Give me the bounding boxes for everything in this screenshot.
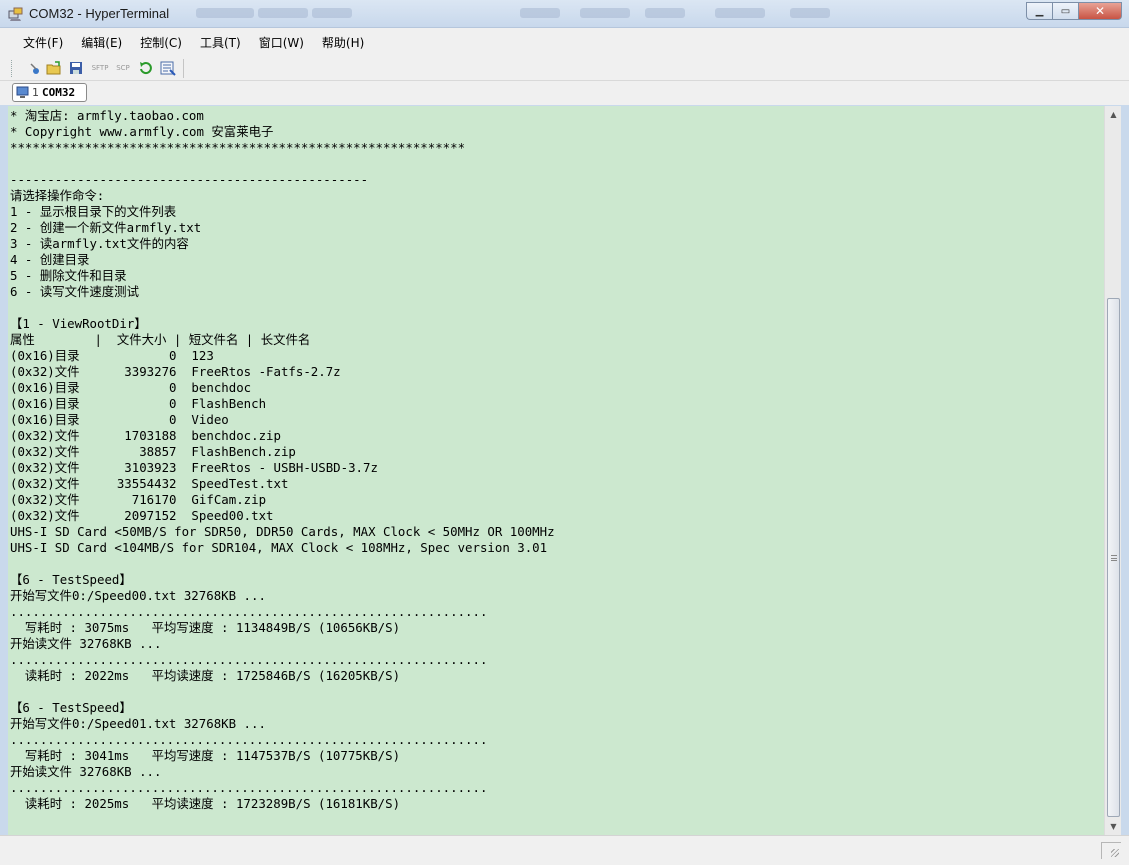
terminal-line: 开始写文件0:/Speed01.txt 32768KB ... bbox=[10, 716, 266, 731]
window-controls: ▁ ▭ ✕ bbox=[1026, 2, 1122, 20]
toolbar: SFTP SCP bbox=[0, 56, 1129, 81]
vertical-scrollbar[interactable]: ▲ ▼ bbox=[1104, 106, 1121, 835]
terminal-line: 开始读文件 32768KB ... bbox=[10, 764, 162, 779]
close-button[interactable]: ✕ bbox=[1078, 2, 1122, 20]
menu-file[interactable]: 文件(F) bbox=[14, 34, 72, 51]
toolbar-separator bbox=[183, 59, 184, 78]
terminal-line: 属性 | 文件大小 | 短文件名 | 长文件名 bbox=[10, 332, 311, 347]
scrollbar-thumb[interactable] bbox=[1107, 298, 1120, 817]
scp-button[interactable]: SCP bbox=[113, 59, 133, 77]
terminal-output[interactable]: * 淘宝店: armfly.taobao.com * Copyright www… bbox=[8, 106, 1104, 835]
sftp-button[interactable]: SFTP bbox=[89, 59, 111, 77]
tab-label: COM32 bbox=[42, 86, 76, 99]
terminal-line: 6 - 读写文件速度测试 bbox=[10, 284, 139, 299]
terminal-line: (0x16)目录 0 Video bbox=[10, 412, 229, 427]
terminal-line: (0x16)目录 0 benchdoc bbox=[10, 380, 252, 395]
blurred-region bbox=[580, 8, 630, 18]
tab-com32[interactable]: 1 COM32 bbox=[12, 83, 87, 102]
menu-control[interactable]: 控制(C) bbox=[131, 34, 191, 51]
terminal-line: * Copyright www.armfly.com 安富莱电子 bbox=[10, 124, 274, 139]
blurred-region bbox=[520, 8, 560, 18]
toolbar-grip[interactable] bbox=[11, 60, 14, 77]
terminal-line: 【1 - ViewRootDir】 bbox=[10, 316, 147, 331]
refresh-icon[interactable] bbox=[137, 59, 155, 77]
title-bar[interactable]: COM32 - HyperTerminal ▁ ▭ ✕ bbox=[0, 0, 1129, 28]
blurred-region bbox=[196, 8, 254, 18]
window-title: COM32 - HyperTerminal bbox=[29, 6, 170, 21]
monitor-icon bbox=[16, 86, 29, 98]
terminal-line: * 淘宝店: armfly.taobao.com bbox=[10, 108, 204, 123]
maximize-button[interactable]: ▭ bbox=[1052, 2, 1078, 20]
terminal-line: ........................................… bbox=[10, 652, 488, 667]
terminal-line: (0x16)目录 0 FlashBench bbox=[10, 396, 267, 411]
scroll-up-arrow-icon[interactable]: ▲ bbox=[1105, 106, 1122, 123]
scrollbar-grip-icon bbox=[1111, 555, 1117, 561]
terminal-line: 开始读文件 32768KB ... bbox=[10, 636, 162, 651]
session-tab-strip: 1 COM32 bbox=[0, 81, 1129, 105]
terminal-line: (0x32)文件 1703188 benchdoc.zip bbox=[10, 428, 281, 443]
menu-edit[interactable]: 编辑(E) bbox=[72, 34, 131, 51]
terminal-line: 2 - 创建一个新文件armfly.txt bbox=[10, 220, 202, 235]
log-icon[interactable] bbox=[159, 59, 177, 77]
terminal-line: ........................................… bbox=[10, 780, 488, 795]
terminal-line: 写耗时 : 3075ms 平均写速度 : 1134849B/S (10656KB… bbox=[10, 620, 401, 635]
blurred-region bbox=[312, 8, 352, 18]
menu-help[interactable]: 帮助(H) bbox=[313, 34, 373, 51]
save-icon[interactable] bbox=[67, 59, 85, 77]
terminal-line: UHS-I SD Card <50MB/S for SDR50, DDR50 C… bbox=[10, 524, 555, 539]
blurred-region bbox=[790, 8, 830, 18]
terminal-line: 1 - 显示根目录下的文件列表 bbox=[10, 204, 177, 219]
terminal-line: ----------------------------------------… bbox=[10, 172, 369, 187]
menu-window[interactable]: 窗口(W) bbox=[250, 34, 313, 51]
blurred-region bbox=[645, 8, 685, 18]
terminal-line: ****************************************… bbox=[10, 140, 466, 155]
resize-grip-icon[interactable] bbox=[1101, 842, 1121, 859]
connect-icon[interactable] bbox=[25, 59, 43, 77]
terminal-line: (0x32)文件 716170 GifCam.zip bbox=[10, 492, 267, 507]
terminal-line: 读耗时 : 2022ms 平均读速度 : 1725846B/S (16205KB… bbox=[10, 668, 401, 683]
blurred-region bbox=[258, 8, 308, 18]
terminal-line: (0x32)文件 38857 FlashBench.zip bbox=[10, 444, 296, 459]
terminal-line: (0x32)文件 3393276 FreeRtos -Fatfs-2.7z bbox=[10, 364, 341, 379]
terminal-line: 4 - 创建目录 bbox=[10, 252, 90, 267]
terminal-line: 【6 - TestSpeed】 bbox=[10, 700, 132, 715]
terminal-line: 3 - 读armfly.txt文件的内容 bbox=[10, 236, 189, 251]
status-bar bbox=[0, 835, 1129, 865]
terminal-line: (0x16)目录 0 123 bbox=[10, 348, 214, 363]
terminal-line: UHS-I SD Card <104MB/S for SDR104, MAX C… bbox=[10, 540, 548, 555]
scroll-down-arrow-icon[interactable]: ▼ bbox=[1105, 818, 1122, 835]
tab-number: 1 bbox=[32, 86, 39, 99]
terminal-line: 请选择操作命令: bbox=[10, 188, 105, 203]
terminal-line: 【6 - TestSpeed】 bbox=[10, 572, 132, 587]
terminal-line: ........................................… bbox=[10, 604, 488, 619]
terminal-line: ........................................… bbox=[10, 732, 488, 747]
terminal-line: 写耗时 : 3041ms 平均写速度 : 1147537B/S (10775KB… bbox=[10, 748, 401, 763]
blurred-region bbox=[715, 8, 765, 18]
open-icon[interactable] bbox=[45, 59, 63, 77]
terminal-line: (0x32)文件 3103923 FreeRtos - USBH-USBD-3.… bbox=[10, 460, 378, 475]
terminal-line: 开始写文件0:/Speed00.txt 32768KB ... bbox=[10, 588, 266, 603]
menu-bar: 文件(F) 编辑(E) 控制(C) 工具(T) 窗口(W) 帮助(H) bbox=[0, 28, 1129, 56]
terminal-line: 读耗时 : 2025ms 平均读速度 : 1723289B/S (16181KB… bbox=[10, 796, 401, 811]
terminal-line: (0x32)文件 2097152 Speed00.txt bbox=[10, 508, 274, 523]
minimize-button[interactable]: ▁ bbox=[1026, 2, 1052, 20]
terminal-line: (0x32)文件 33554432 SpeedTest.txt bbox=[10, 476, 289, 491]
terminal-line: 5 - 删除文件和目录 bbox=[10, 268, 127, 283]
menu-tools[interactable]: 工具(T) bbox=[191, 34, 250, 51]
hyperterminal-icon bbox=[8, 7, 23, 21]
